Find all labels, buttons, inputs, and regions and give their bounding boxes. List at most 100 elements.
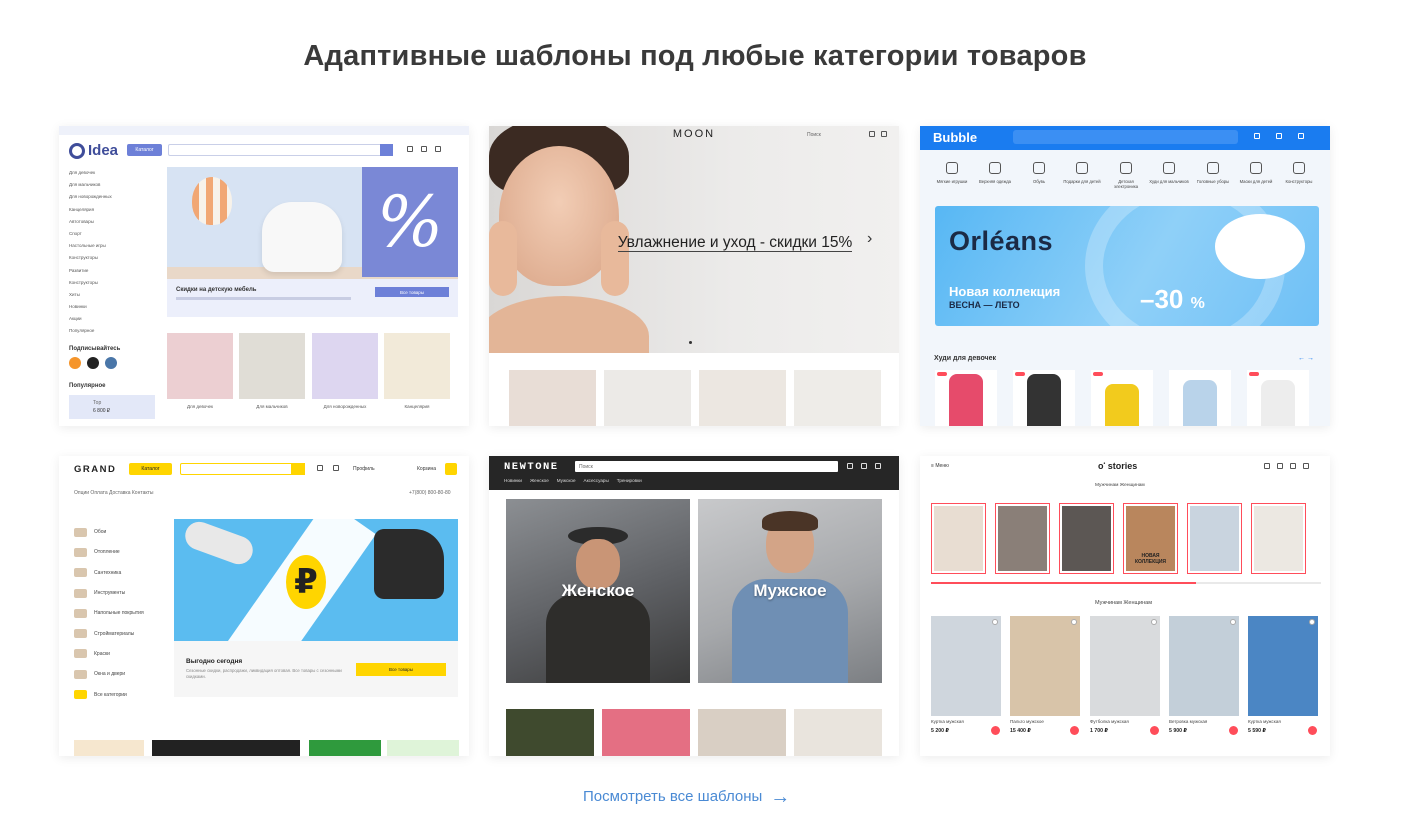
category-item[interactable]: Худи для мальчиков — [1149, 162, 1189, 184]
product-name[interactable]: Футболка мужская — [1090, 719, 1129, 724]
grand-logo[interactable]: GRAND — [74, 464, 116, 475]
sidebar-item[interactable]: Новинки — [69, 304, 159, 316]
newtone-search-input[interactable]: Поиск — [575, 461, 838, 472]
carousel-arrows-icon[interactable]: ← → — [1298, 355, 1314, 362]
category-item[interactable]: Головные уборы — [1193, 162, 1233, 184]
user-icon[interactable] — [407, 146, 413, 152]
heart-icon[interactable] — [1230, 619, 1236, 625]
sidebar-item[interactable]: Для мальчиков — [69, 182, 159, 194]
stories-menu-button[interactable]: ≡ Меню — [931, 463, 949, 469]
cart-icon[interactable] — [875, 463, 881, 469]
heart-icon[interactable] — [1290, 463, 1296, 469]
sidebar-item[interactable]: Напольные покрытия — [74, 603, 164, 623]
product-image[interactable] — [312, 333, 378, 399]
story-item[interactable] — [1059, 503, 1114, 574]
ok-icon[interactable] — [69, 357, 81, 369]
sidebar-item[interactable]: Спорт — [69, 231, 159, 243]
sidebar-item[interactable]: Стройматериалы — [74, 623, 164, 643]
sidebar-item[interactable]: Отопление — [74, 542, 164, 562]
product-image[interactable] — [931, 616, 1001, 716]
heart-icon[interactable] — [1309, 619, 1315, 625]
idea-logo[interactable]: Idea — [69, 142, 118, 159]
story-item[interactable] — [931, 503, 986, 574]
product-image[interactable] — [699, 370, 786, 426]
stories-tabs[interactable]: Мужчинам Женщинам — [1095, 483, 1145, 488]
banner-button[interactable]: Все товары — [356, 663, 446, 676]
sidebar-item[interactable]: Окна и двери — [74, 664, 164, 684]
sidebar-item[interactable]: Популярное — [69, 328, 159, 340]
product-image[interactable] — [1248, 616, 1318, 716]
heart-icon[interactable] — [333, 465, 339, 471]
menu-item[interactable]: Мужское — [557, 478, 576, 483]
cart-icon[interactable] — [881, 131, 887, 137]
view-all-templates-link[interactable]: Посмотреть все шаблоны → — [583, 787, 790, 807]
idea-search-input[interactable] — [168, 144, 393, 156]
category-item[interactable]: Мягкие игрушки — [932, 162, 972, 184]
bubble-hero-banner[interactable]: Orléans Новая коллекция ВЕСНА — ЛЕТО –30… — [935, 206, 1319, 326]
product-image[interactable] — [602, 709, 690, 756]
compare-icon[interactable] — [317, 465, 323, 471]
sidebar-item[interactable]: Хиты — [69, 292, 159, 304]
heart-icon[interactable] — [861, 463, 867, 469]
grand-hero-banner[interactable]: ₽ — [174, 519, 458, 641]
search-icon[interactable] — [291, 463, 305, 475]
idea-hero-banner[interactable]: % Скидки на детскую мебель Все товары — [167, 167, 458, 317]
newtone-logo[interactable]: NEWTONE — [504, 461, 559, 473]
sidebar-item[interactable]: Конструкторы — [69, 280, 159, 292]
profile-link[interactable]: Профиль — [353, 466, 375, 472]
menu-item[interactable]: Женское — [530, 478, 549, 483]
story-item[interactable] — [1187, 503, 1242, 574]
grand-search-input[interactable] — [180, 463, 305, 475]
menu-item[interactable]: Новинки — [504, 478, 522, 483]
user-icon[interactable] — [1254, 133, 1260, 139]
product-image[interactable] — [1169, 616, 1239, 716]
sidebar-item[interactable]: Настольные игры — [69, 243, 159, 255]
product-card[interactable] — [1091, 370, 1153, 426]
template-card-bubble[interactable]: Bubble Мягкие игрушки Верхняя одежда Обу… — [920, 126, 1330, 426]
sidebar-item[interactable]: Для новорожденных — [69, 194, 159, 206]
heart-icon[interactable] — [1151, 619, 1157, 625]
category-item[interactable]: Верхняя одежда — [975, 162, 1015, 184]
grand-nav[interactable]: Опции Оплата Доставка Контакты — [74, 490, 153, 496]
product-image[interactable] — [167, 333, 233, 399]
grand-phone[interactable]: +7(800) 800-80-80 — [409, 490, 451, 496]
template-card-grand[interactable]: GRAND Каталог Профиль Корзина Опции Опла… — [59, 456, 469, 756]
product-image[interactable] — [604, 370, 691, 426]
template-card-moon[interactable]: Увлажнение и уход - скидки 15% › MOON По… — [489, 126, 899, 426]
products-tabs[interactable]: Мужчинам Женщинам — [1095, 600, 1152, 606]
sidebar-item[interactable]: Автотовары — [69, 219, 159, 231]
story-item[interactable]: НОВАЯ КОЛЛЕКЦИЯ — [1123, 503, 1178, 574]
template-card-idea[interactable]: Idea Каталог Для девочек Для мальчиков Д… — [59, 126, 469, 426]
product-image[interactable] — [1010, 616, 1080, 716]
user-icon[interactable] — [847, 463, 853, 469]
sidebar-item[interactable]: Акции — [69, 316, 159, 328]
product-name[interactable]: Пальто мужское — [1010, 719, 1044, 724]
banner-button[interactable]: Все товары — [375, 287, 449, 297]
user-icon[interactable] — [869, 131, 875, 137]
product-name[interactable]: Куртка мужская — [931, 719, 964, 724]
heart-icon[interactable] — [992, 619, 998, 625]
product-image[interactable] — [794, 370, 881, 426]
menu-item[interactable]: Тренировки — [617, 478, 642, 483]
sidebar-item[interactable]: Обои — [74, 522, 164, 542]
search-icon[interactable] — [1264, 463, 1270, 469]
vk-icon[interactable] — [105, 357, 117, 369]
add-to-cart-icon[interactable] — [1229, 726, 1238, 735]
idea-catalog-button[interactable]: Каталог — [127, 144, 162, 156]
product-image[interactable] — [239, 333, 305, 399]
promo-tile[interactable] — [309, 740, 381, 756]
sidebar-item[interactable]: Сантехника — [74, 563, 164, 583]
social-icon[interactable] — [87, 357, 99, 369]
sidebar-item[interactable]: Инструменты — [74, 583, 164, 603]
product-name[interactable]: Куртка мужская — [1248, 719, 1281, 724]
sidebar-item[interactable]: Для девочек — [69, 170, 159, 182]
product-card[interactable] — [1247, 370, 1309, 426]
product-image[interactable] — [794, 709, 882, 756]
moon-search[interactable]: Поиск — [807, 132, 821, 138]
men-category[interactable]: Мужское — [698, 499, 882, 683]
category-item[interactable]: Подарки для детей — [1062, 162, 1102, 184]
template-card-newtone[interactable]: NEWTONE Поиск Новинки Женское Мужское Ак… — [489, 456, 899, 756]
product-card[interactable] — [1013, 370, 1075, 426]
cart-icon[interactable] — [435, 146, 441, 152]
product-image[interactable] — [506, 709, 594, 756]
